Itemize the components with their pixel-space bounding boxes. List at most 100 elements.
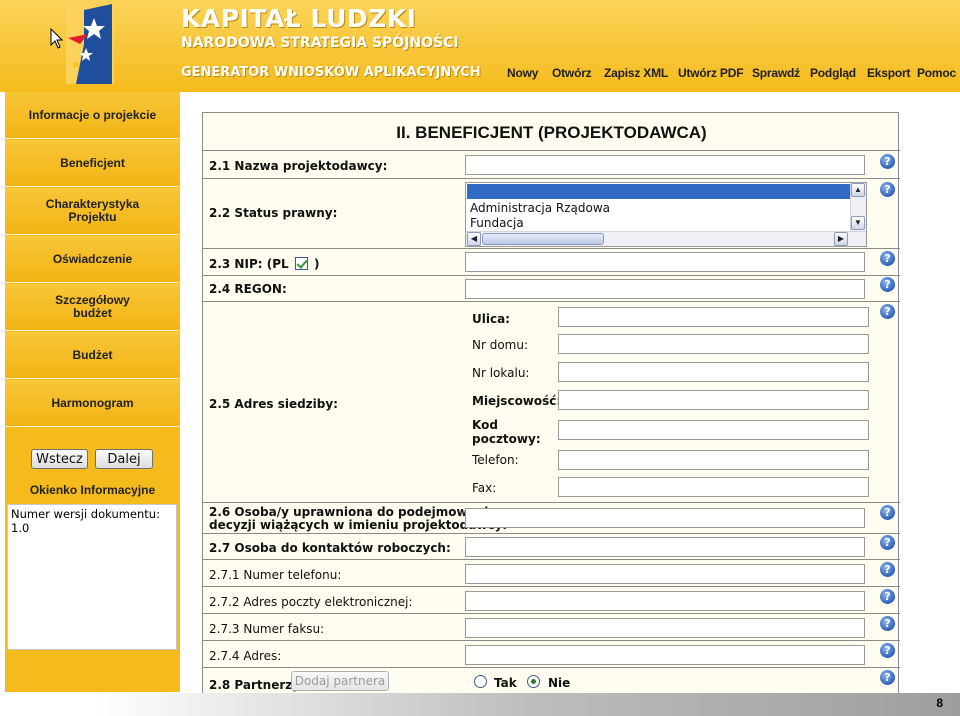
sidebar-item-charakterystyka[interactable]: Charakterystyka Projektu	[5, 188, 180, 235]
add-partner-button[interactable]: Dodaj partnera	[291, 671, 389, 691]
help-icon[interactable]: ?	[880, 562, 895, 577]
scroll-up-icon[interactable]: ▲	[851, 183, 865, 197]
form-title: II. BENEFICJENT (PROJEKTODAWCA)	[396, 123, 707, 142]
row-osoba-kontakt: 2.7 Osoba do kontaktów roboczych: ?	[203, 533, 900, 559]
label-nip-prefix: 2.3 NIP: (PL	[209, 257, 289, 271]
label-nr-lokalu: Nr lokalu:	[472, 366, 530, 380]
sidebar-item-label: Oświadczenie	[52, 251, 133, 266]
partners-no-radio[interactable]	[527, 675, 540, 688]
brand-subtitle: NARODOWA STRATEGIA SPÓJNOŚCI	[181, 35, 459, 51]
menu-pomoc[interactable]: Pomoc	[917, 66, 956, 80]
telefon-input[interactable]	[558, 450, 869, 470]
miejscowosc-input[interactable]	[558, 390, 869, 410]
help-icon[interactable]: ?	[880, 670, 895, 685]
sidebar-item-oswiadczenie[interactable]: Oświadczenie	[5, 236, 180, 283]
vertical-scrollbar[interactable]: ▲ ▼	[850, 183, 866, 232]
nr-domu-input[interactable]	[558, 334, 869, 354]
help-icon[interactable]: ?	[880, 616, 895, 631]
sidebar-item-szczegolowy-budzet[interactable]: Szczegółowy budżet	[5, 284, 180, 331]
beneficjent-form: II. BENEFICJENT (PROJEKTODAWCA) 2.1 Nazw…	[202, 112, 900, 695]
help-icon[interactable]: ?	[880, 277, 895, 292]
partners-no-label: Nie	[548, 676, 571, 690]
scroll-thumb[interactable]	[482, 233, 604, 245]
menu-utworz-pdf[interactable]: Utwórz PDF	[678, 66, 744, 80]
label-kod-1: Kod	[472, 418, 498, 432]
label-adres: 2.5 Adres siedziby:	[209, 397, 338, 411]
info-panel-text: Numer wersji dokumentu: 1.0	[11, 507, 160, 535]
partners-yes-radio[interactable]	[474, 675, 487, 688]
row-status: 2.2 Status prawny: Administracja Rządowa…	[203, 178, 900, 248]
label-osoba-kontakt: 2.7 Osoba do kontaktów roboczych:	[209, 541, 451, 555]
help-icon[interactable]: ?	[880, 535, 895, 550]
scroll-left-icon[interactable]: ◀	[467, 232, 481, 246]
adres-kontakt-input[interactable]	[465, 645, 865, 665]
sidebar-item-informacje[interactable]: Informacje o projekcie	[5, 92, 180, 139]
page-footer: 8	[0, 693, 960, 716]
sidebar-item-label: Informacje o projekcie	[28, 107, 157, 122]
help-icon[interactable]: ?	[880, 251, 895, 266]
help-icon[interactable]: ?	[880, 643, 895, 658]
row-regon: 2.4 REGON: ?	[203, 275, 900, 301]
label-faks: 2.7.3 Numer faksu:	[209, 622, 325, 636]
label-email: 2.7.2 Adres poczty elektronicznej:	[209, 595, 413, 609]
label-telefon: Telefon:	[472, 453, 519, 467]
menu-otworz[interactable]: Otwórz	[552, 66, 592, 80]
help-icon[interactable]: ?	[880, 154, 895, 169]
label-adres-kontakt: 2.7.4 Adres:	[209, 649, 282, 663]
label-fax: Fax:	[472, 481, 497, 495]
regon-input[interactable]	[465, 279, 865, 299]
sidebar-item-budzet[interactable]: Budżet	[5, 332, 180, 379]
status-listbox[interactable]: Administracja Rządowa Fundacja ▲ ▼ ◀ ▶	[465, 182, 867, 247]
horizontal-scrollbar[interactable]: ◀ ▶	[466, 231, 866, 246]
kod-pocztowy-input[interactable]	[558, 420, 869, 440]
sidebar-item-beneficjent[interactable]: Beneficjent	[5, 140, 180, 187]
label-numer-telefonu: 2.7.1 Numer telefonu:	[209, 568, 342, 582]
sidebar-item-harmonogram[interactable]: Harmonogram	[5, 380, 180, 427]
row-adres-kontakt: 2.7.4 Adres: ?	[203, 640, 900, 667]
sidebar-item-label: Charakterystyka Projektu	[45, 197, 140, 224]
osoba-kontakt-input[interactable]	[465, 537, 865, 557]
menu-sprawdz[interactable]: Sprawdź	[752, 66, 800, 80]
row-nazwa: 2.1 Nazwa projektodawcy: ?	[203, 150, 900, 178]
status-option[interactable]: Administracja Rządowa	[470, 201, 610, 215]
status-option[interactable]: Fundacja	[470, 216, 524, 230]
numer-telefonu-input[interactable]	[465, 564, 865, 584]
info-panel: Numer wersji dokumentu: 1.0	[7, 504, 177, 650]
row-faks: 2.7.3 Numer faksu: ?	[203, 613, 900, 640]
row-nip: 2.3 NIP: (PL ) ?	[203, 248, 900, 275]
email-input[interactable]	[465, 591, 865, 611]
scroll-down-icon[interactable]: ▼	[851, 216, 865, 230]
sidebar-item-label: Beneficjent	[60, 155, 125, 170]
label-miejscowosc: Miejscowość:	[472, 394, 562, 408]
help-icon[interactable]: ?	[880, 304, 895, 319]
nip-input[interactable]	[465, 252, 865, 272]
label-regon: 2.4 REGON:	[209, 282, 287, 296]
help-icon[interactable]: ?	[880, 182, 895, 197]
fax-input[interactable]	[558, 477, 869, 497]
back-button[interactable]: Wstecz	[31, 449, 88, 469]
label-ulica: Ulica:	[472, 312, 510, 326]
listbox-selected-row[interactable]	[467, 184, 850, 199]
scroll-right-icon[interactable]: ▶	[834, 232, 848, 246]
menu-eksport[interactable]: Eksport	[867, 66, 910, 80]
help-icon[interactable]: ?	[880, 505, 895, 520]
sidebar-item-label: Szczegółowy budżet	[55, 293, 130, 320]
osoba-uprawniona-input[interactable]	[465, 508, 865, 528]
label-kod-2: pocztowy:	[472, 432, 541, 446]
menu-podglad[interactable]: Podgląd	[810, 66, 856, 80]
label-osoba-uprawniona-2: decyzji wiążących w imieniu projektodawc…	[209, 518, 508, 532]
pl-checkbox[interactable]	[294, 257, 308, 270]
menu-nowy[interactable]: Nowy	[507, 66, 538, 80]
next-button[interactable]: Dalej	[95, 449, 153, 469]
nazwa-input[interactable]	[465, 155, 865, 175]
row-adres: 2.5 Adres siedziby: Ulica: Nr domu: Nr l…	[203, 301, 900, 502]
nav-buttons: Wstecz Dalej	[31, 449, 161, 471]
row-partnerzy: 2.8 Partnerzy: Dodaj partnera Tak Nie ?	[203, 667, 900, 695]
sidebar-item-label: Harmonogram	[51, 395, 134, 410]
faks-input[interactable]	[465, 618, 865, 638]
label-nip-suffix: )	[314, 257, 320, 271]
nr-lokalu-input[interactable]	[558, 362, 869, 382]
help-icon[interactable]: ?	[880, 589, 895, 604]
ulica-input[interactable]	[558, 307, 869, 327]
menu-zapisz-xml[interactable]: Zapisz XML	[604, 66, 668, 80]
